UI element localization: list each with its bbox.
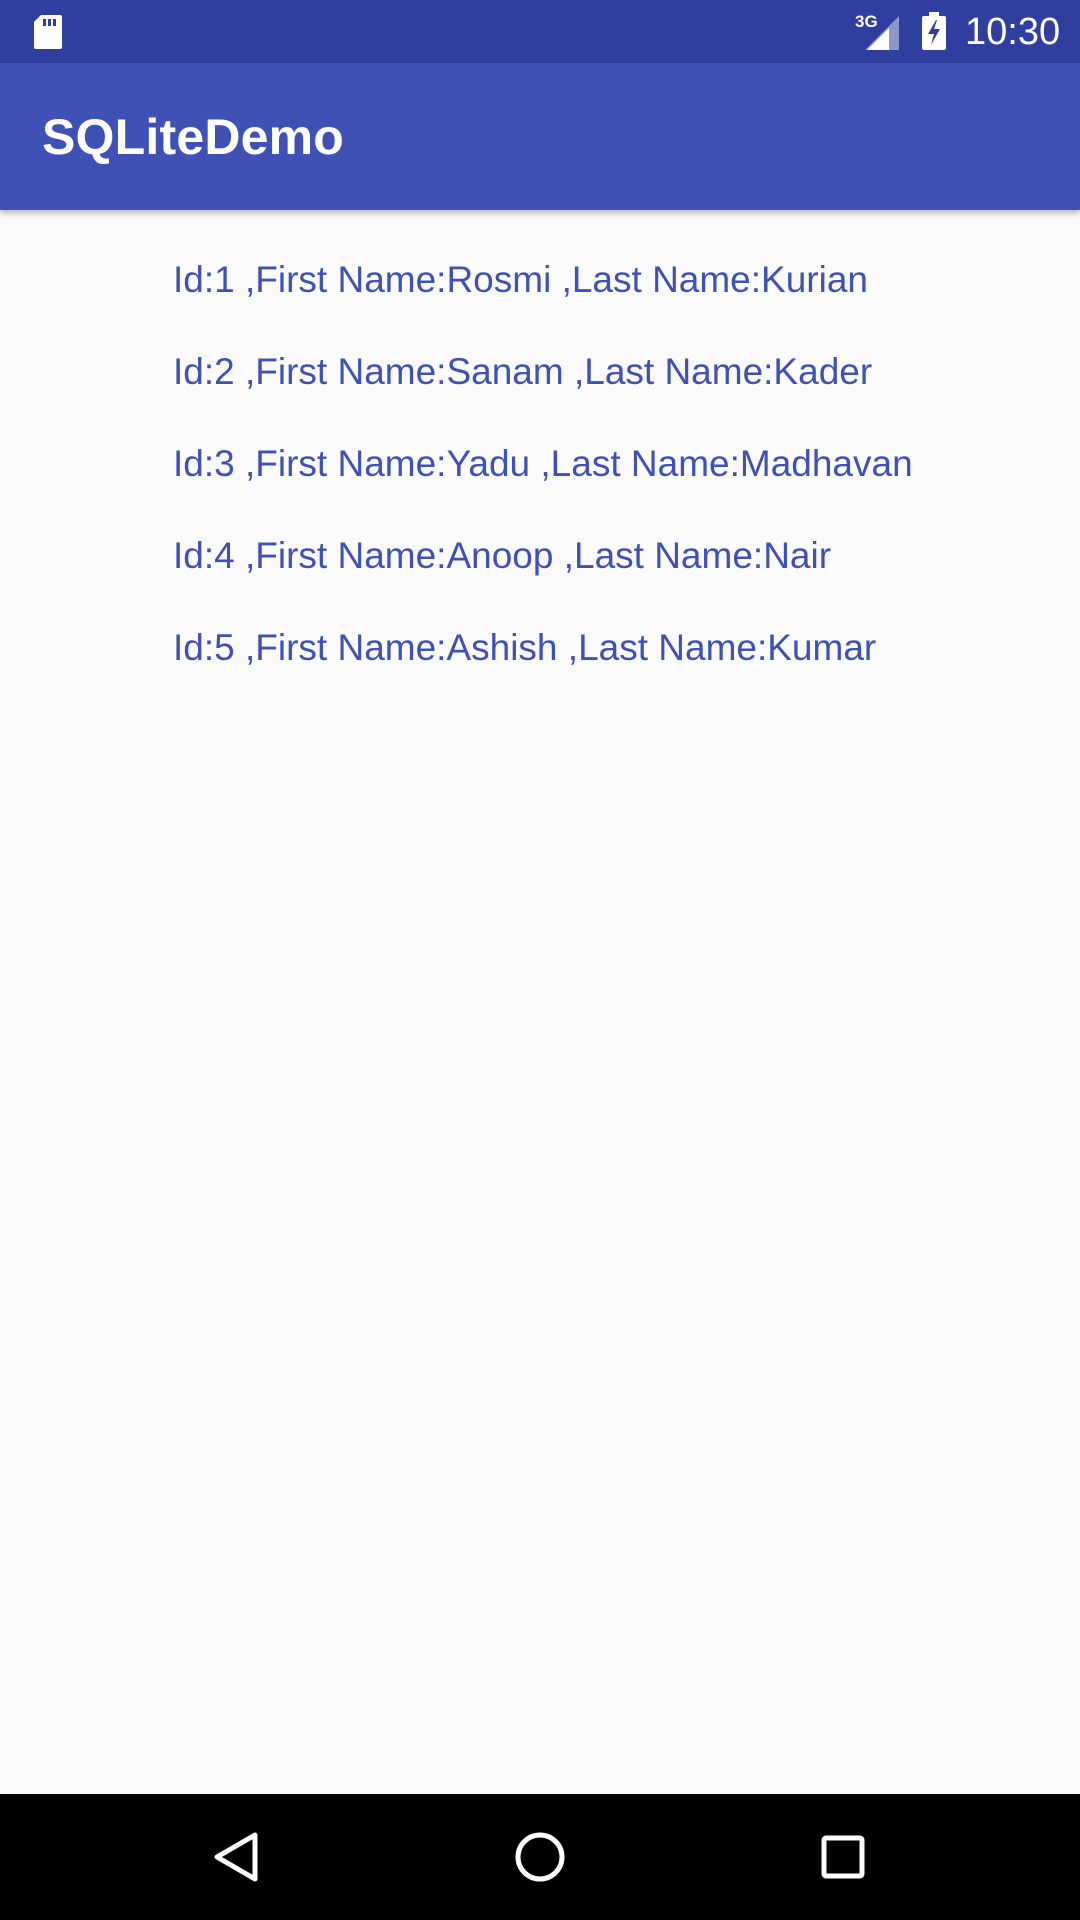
list-item[interactable]: Id:2 ,First Name:Sanam ,Last Name:Kader [173, 344, 1053, 436]
battery-charging-icon [922, 12, 946, 50]
status-bar: 3G 10:30 [0, 0, 1080, 63]
app-title: SQLiteDemo [42, 109, 345, 165]
back-button[interactable] [203, 1824, 269, 1890]
navigation-bar [0, 1794, 1080, 1920]
signal-icon [865, 16, 899, 50]
screen: 3G 10:30 SQLiteDemo Id:1 ,First Name:Ros… [0, 0, 1080, 1920]
list-item[interactable]: Id:1 ,First Name:Rosmi ,Last Name:Kurian [173, 252, 1053, 344]
list-item[interactable]: Id:4 ,First Name:Anoop ,Last Name:Nair [173, 528, 1053, 620]
list-item[interactable]: Id:5 ,First Name:Ashish ,Last Name:Kumar [173, 620, 1053, 712]
status-clock: 10:30 [965, 11, 1061, 53]
recents-icon [821, 1835, 865, 1879]
home-button[interactable] [507, 1824, 573, 1890]
home-icon [515, 1832, 565, 1882]
recents-button[interactable] [810, 1824, 876, 1890]
sd-card-icon [34, 15, 62, 49]
records-list: Id:1 ,First Name:Rosmi ,Last Name:Kurian… [173, 252, 1053, 712]
back-icon [214, 1832, 258, 1882]
list-item[interactable]: Id:3 ,First Name:Yadu ,Last Name:Madhava… [173, 436, 1053, 528]
app-bar: SQLiteDemo [0, 63, 1080, 210]
